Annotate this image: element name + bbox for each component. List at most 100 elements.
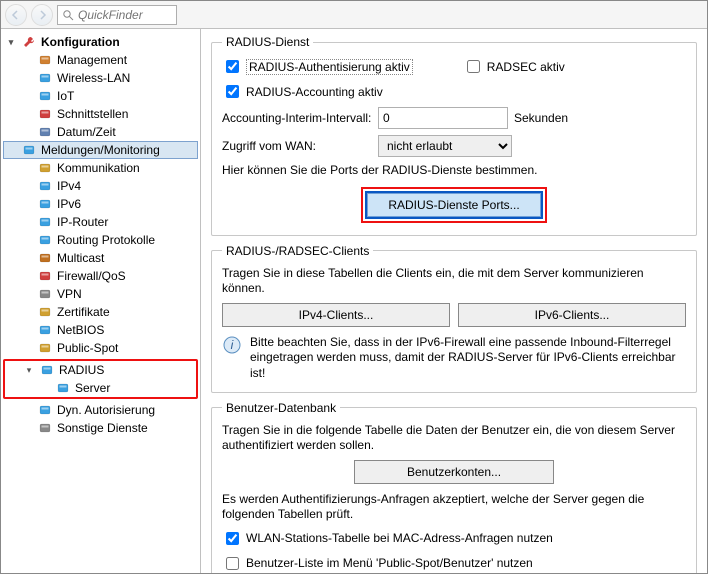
userdb-text1: Tragen Sie in die folgende Tabelle die D… <box>222 423 686 454</box>
tree-icon <box>37 124 53 140</box>
user-accounts-button[interactable]: Benutzerkonten... <box>354 460 554 484</box>
tree-item-radius[interactable]: ▾ RADIUS <box>5 361 196 379</box>
tree-label: Routing Protokolle <box>57 233 155 247</box>
chevron-down-icon: ▾ <box>5 37 17 48</box>
wrench-icon <box>21 34 37 50</box>
tree-item[interactable]: Dyn. Autorisierung <box>3 401 198 419</box>
wlan-table-checkbox[interactable]: WLAN-Stations-Tabelle bei MAC-Adress-Anf… <box>222 529 553 548</box>
ports-button-highlight: RADIUS-Dienste Ports... <box>361 187 546 223</box>
tree-icon <box>37 70 53 86</box>
radius-service-legend: RADIUS-Dienst <box>222 35 313 49</box>
tree-label: IPv4 <box>57 179 81 193</box>
pub-cb-label: Benutzer-Liste im Menü 'Public-Spot/Benu… <box>246 556 533 570</box>
clients-text: Tragen Sie in diese Tabellen die Clients… <box>222 266 686 297</box>
tree-icon <box>39 362 55 378</box>
tree-label: IP-Router <box>57 215 108 229</box>
tree-item[interactable]: Schnittstellen <box>3 105 198 123</box>
userdb-text2: Es werden Authentifizierungs-Anfragen ak… <box>222 492 686 523</box>
tree-label: Kommunikation <box>57 161 140 175</box>
tree-label: Schnittstellen <box>57 107 128 121</box>
nav-forward-button[interactable] <box>31 4 53 26</box>
tree-item[interactable]: Public-Spot <box>3 339 198 357</box>
wlan-cb-input[interactable] <box>226 532 239 545</box>
tree-icon <box>37 402 53 418</box>
tree-label: Management <box>57 53 127 67</box>
tree-label: Firewall/QoS <box>57 269 126 283</box>
radius-service-group: RADIUS-Dienst RADIUS-Authentisierung akt… <box>211 35 697 236</box>
tree-root[interactable]: ▾ Konfiguration <box>3 33 198 51</box>
toolbar <box>1 1 707 29</box>
interval-label: Accounting-Interim-Intervall: <box>222 111 372 125</box>
tree-item[interactable]: NetBIOS <box>3 321 198 339</box>
tree-label: IoT <box>57 89 74 103</box>
radius-acc-cb-input[interactable] <box>226 85 239 98</box>
radius-ports-button[interactable]: RADIUS-Dienste Ports... <box>367 193 540 217</box>
tree-label: Meldungen/Monitoring <box>41 143 160 157</box>
tree-icon <box>37 304 53 320</box>
tree-item[interactable]: Management <box>3 51 198 69</box>
quickfinder-input[interactable] <box>76 7 166 23</box>
chevron-down-icon: ▾ <box>23 365 35 376</box>
tree-item[interactable]: Meldungen/Monitoring <box>3 141 198 159</box>
tree-item[interactable]: Wireless-LAN <box>3 69 198 87</box>
tree-item[interactable]: Multicast <box>3 249 198 267</box>
radsec-checkbox[interactable]: RADSEC aktiv <box>463 57 565 76</box>
tree-label: RADIUS <box>59 363 104 377</box>
tree-item[interactable]: Routing Protokolle <box>3 231 198 249</box>
quickfinder-search[interactable] <box>57 5 177 25</box>
tree-item[interactable]: Datum/Zeit <box>3 123 198 141</box>
radius-auth-checkbox[interactable]: RADIUS-Authentisierung aktiv <box>222 57 413 76</box>
tree-label: Datum/Zeit <box>57 125 116 139</box>
tree-item[interactable]: Firewall/QoS <box>3 267 198 285</box>
tree-item[interactable]: IPv6 <box>3 195 198 213</box>
wan-access-select[interactable]: nicht erlaubt <box>378 135 512 157</box>
tree-item[interactable]: Sonstige Dienste <box>3 419 198 437</box>
tree-icon <box>37 340 53 356</box>
tree-item[interactable]: IPv4 <box>3 177 198 195</box>
userdb-legend: Benutzer-Datenbank <box>222 401 340 415</box>
tree-icon <box>37 250 53 266</box>
search-icon <box>62 9 74 21</box>
radius-auth-label: RADIUS-Authentisierung aktiv <box>246 59 413 75</box>
ipv4-clients-button[interactable]: IPv4-Clients... <box>222 303 450 327</box>
radsec-label: RADSEC aktiv <box>487 60 565 74</box>
tree-label: Zertifikate <box>57 305 110 319</box>
tree-label: Sonstige Dienste <box>57 421 148 435</box>
tree-icon <box>37 88 53 104</box>
main-panel: RADIUS-Dienst RADIUS-Authentisierung akt… <box>201 29 707 573</box>
tree-item[interactable]: IP-Router <box>3 213 198 231</box>
wan-access-label: Zugriff vom WAN: <box>222 139 372 153</box>
radius-accounting-checkbox[interactable]: RADIUS-Accounting aktiv <box>222 82 383 101</box>
tree-icon <box>37 214 53 230</box>
tree-item[interactable]: Zertifikate <box>3 303 198 321</box>
config-tree[interactable]: ▾ Konfiguration Management Wireless-LAN Io… <box>1 29 201 573</box>
tree-item[interactable]: VPN <box>3 285 198 303</box>
ipv6-clients-button[interactable]: IPv6-Clients... <box>458 303 686 327</box>
tree-item[interactable]: IoT <box>3 87 198 105</box>
svg-text:i: i <box>231 338 234 352</box>
info-icon: i <box>222 335 242 355</box>
tree-label: VPN <box>57 287 82 301</box>
pub-cb-input[interactable] <box>226 557 239 570</box>
tree-icon <box>37 196 53 212</box>
tree-icon <box>21 142 37 158</box>
tree-label: Public-Spot <box>57 341 118 355</box>
tree-label: Wireless-LAN <box>57 71 130 85</box>
tree-icon <box>55 380 71 396</box>
tree-label: Server <box>75 381 110 395</box>
publicspot-list-checkbox[interactable]: Benutzer-Liste im Menü 'Public-Spot/Benu… <box>222 554 533 573</box>
interval-unit: Sekunden <box>514 111 568 125</box>
wlan-cb-label: WLAN-Stations-Tabelle bei MAC-Adress-Anf… <box>246 531 553 545</box>
tree-icon <box>37 420 53 436</box>
nav-back-button[interactable] <box>5 4 27 26</box>
clients-legend: RADIUS-/RADSEC-Clients <box>222 244 373 258</box>
radius-auth-cb-input[interactable] <box>226 60 239 73</box>
tree-item-server[interactable]: Server <box>5 379 196 397</box>
radsec-cb-input[interactable] <box>467 60 480 73</box>
radius-acc-label: RADIUS-Accounting aktiv <box>246 85 383 99</box>
tree-icon <box>37 178 53 194</box>
tree-label: NetBIOS <box>57 323 104 337</box>
tree-item[interactable]: Kommunikation <box>3 159 198 177</box>
clients-info-text: Bitte beachten Sie, dass in der IPv6-Fir… <box>250 335 686 382</box>
interval-input[interactable] <box>378 107 508 129</box>
